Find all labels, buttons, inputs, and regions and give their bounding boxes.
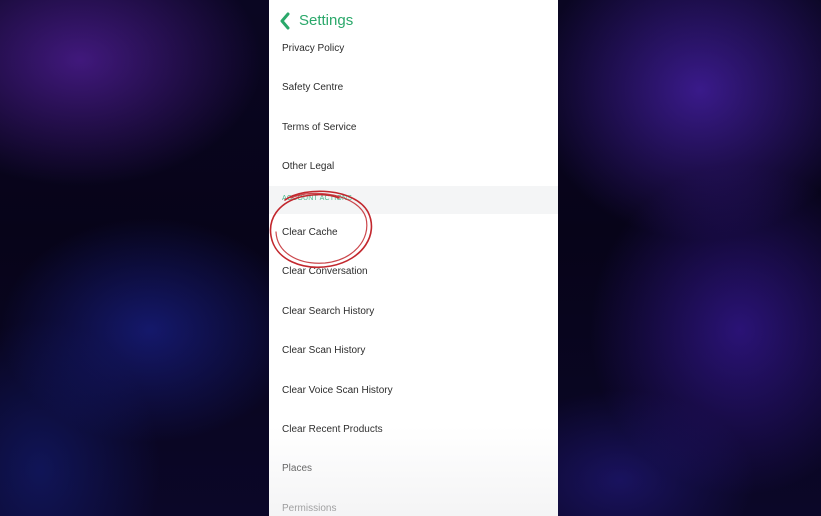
settings-item-label: Clear Conversation — [282, 266, 368, 277]
settings-item-clear-cache[interactable]: Clear Cache — [269, 214, 558, 252]
section-header-account-actions: ACCOUNT ACTIONS — [269, 186, 558, 214]
settings-item-clear-conversation[interactable]: Clear Conversation — [269, 253, 558, 291]
settings-item-label: Privacy Policy — [282, 43, 345, 54]
settings-item-label: Clear Cache — [282, 227, 338, 238]
settings-item-label: Safety Centre — [282, 82, 344, 93]
settings-item-label: Clear Search History — [282, 306, 375, 317]
settings-item-privacy-policy[interactable]: Privacy Policy — [269, 30, 558, 68]
settings-item-label: Clear Scan History — [282, 345, 366, 356]
settings-item-clear-scan-history[interactable]: Clear Scan History — [269, 332, 558, 370]
settings-item-label: Clear Recent Products — [282, 424, 383, 435]
settings-item-safety-centre[interactable]: Safety Centre — [269, 69, 558, 107]
video-frame: Settings Privacy Policy Safety Centre Te… — [0, 0, 821, 516]
galaxy-background-left — [0, 0, 269, 516]
phone-screen: Settings Privacy Policy Safety Centre Te… — [269, 0, 558, 516]
settings-item-label: Other Legal — [282, 161, 335, 172]
page-title: Settings — [299, 12, 354, 29]
settings-item-terms-of-service[interactable]: Terms of Service — [269, 109, 558, 147]
settings-item-places[interactable]: Places — [269, 450, 558, 488]
galaxy-background-right — [558, 0, 821, 516]
settings-item-label: Clear Voice Scan History — [282, 385, 393, 396]
section-label: ACCOUNT ACTIONS — [282, 195, 353, 202]
chevron-left-icon[interactable] — [278, 12, 292, 30]
settings-item-label: Permissions — [282, 503, 337, 514]
settings-item-label: Places — [282, 463, 313, 474]
settings-item-clear-recent-products[interactable]: Clear Recent Products — [269, 411, 558, 449]
settings-item-clear-search-history[interactable]: Clear Search History — [269, 293, 558, 331]
settings-item-permissions[interactable]: Permissions — [269, 490, 558, 516]
settings-item-clear-voice-scan-history[interactable]: Clear Voice Scan History — [269, 372, 558, 410]
settings-item-label: Terms of Service — [282, 122, 357, 133]
settings-item-other-legal[interactable]: Other Legal — [269, 148, 558, 186]
